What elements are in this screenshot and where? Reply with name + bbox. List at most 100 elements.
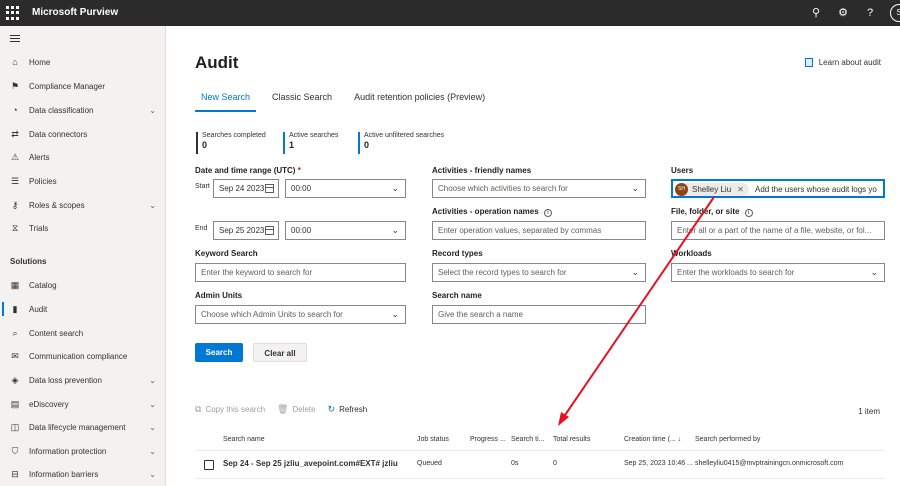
sidebar-item-catalog[interactable]: ▦ Catalog (0, 275, 166, 295)
info-icon[interactable]: i (744, 209, 753, 217)
close-icon[interactable]: ✕ (737, 181, 744, 196)
column-header-job-status[interactable]: Job status (417, 436, 449, 443)
app-title[interactable]: Microsoft Purview (32, 7, 118, 18)
activities-operation-input[interactable]: Enter operation values, separated by com… (432, 221, 646, 240)
search-name-input[interactable]: Give the search a name (432, 305, 646, 324)
column-header-total-results[interactable]: Total results (553, 436, 590, 443)
end-date-input[interactable]: Sep 25 2023 (213, 221, 279, 240)
sidebar-item-data-loss-prevention[interactable]: ◈ Data loss prevention ⌄ (0, 370, 166, 390)
sidebar-item-content-search[interactable]: ⌕ Content search (0, 323, 166, 343)
chevron-down-icon[interactable]: ⌄ (149, 447, 156, 456)
workloads-select[interactable]: Enter the workloads to search for ⌄ (671, 263, 885, 282)
tab-new-search[interactable]: New Search (195, 90, 257, 112)
tab-bar: New Search Classic Search Audit retentio… (195, 90, 507, 112)
key-icon: ⚷ (11, 199, 19, 210)
column-header-performed-by[interactable]: Search performed by (695, 436, 760, 443)
refresh-icon: ↻ (327, 404, 336, 414)
help-icon[interactable]: ? (862, 5, 878, 21)
stat-value: 0 (364, 140, 370, 150)
tab-audit-retention-policies[interactable]: Audit retention policies (Preview) (348, 90, 491, 108)
activities-operation-label: Activities - operation names i (432, 207, 552, 217)
start-time-value: 00:00 (291, 184, 312, 193)
keyword-search-input[interactable]: Enter the keyword to search for (195, 263, 406, 282)
solutions-heading: Solutions (10, 257, 47, 266)
stat-active-unfiltered-searches: Active unfiltered searches 0 (358, 132, 444, 154)
row-search-name[interactable]: Sep 24 - Sep 25 jzliu_avepoint.com#EXT# … (223, 459, 398, 468)
chevron-down-icon[interactable]: ⌄ (149, 400, 156, 409)
lifecycle-icon: ◫ (10, 421, 20, 432)
sidebar-item-communication-compliance[interactable]: ✉ Communication compliance (0, 346, 166, 366)
delete-label: Delete (292, 405, 316, 414)
stat-active-searches: Active searches 1 (283, 132, 338, 154)
record-types-label: Record types (432, 249, 483, 258)
gear-icon[interactable]: ⚙ (835, 5, 851, 21)
row-performed-by: shelleyliu0415@mvptrainingcn.onmicrosoft… (695, 460, 844, 467)
sidebar-item-information-protection[interactable]: ⛉ Information protection ⌄ (0, 441, 166, 461)
sidebar-item-trials[interactable]: ⧖ Trials (0, 218, 166, 238)
user-chip-name: Shelley Liu (692, 185, 732, 194)
stat-value: 0 (202, 140, 208, 150)
chevron-down-icon[interactable]: ⌄ (149, 423, 156, 432)
user-chip[interactable]: SH Shelley Liu ✕ (675, 183, 749, 196)
activities-friendly-label: Activities - friendly names (432, 166, 532, 175)
sidebar-item-information-barriers[interactable]: ⊟ Information barriers ⌄ (0, 464, 166, 484)
refresh-button[interactable]: ↻ Refresh (328, 404, 368, 415)
hamburger-menu-icon[interactable] (10, 35, 20, 44)
app-launcher-icon[interactable] (6, 6, 20, 20)
trash-icon: 🗑 (277, 404, 289, 414)
alert-icon: ⚠ (10, 151, 20, 162)
admin-units-select[interactable]: Choose which Admin Units to search for ⌄ (195, 305, 406, 324)
date-range-label-text: Date and time range (UTC) (195, 166, 296, 175)
barrier-icon: ⊟ (11, 468, 19, 479)
end-time-select[interactable]: 00:00 ⌄ (285, 221, 406, 240)
copy-search-button[interactable]: ⧉ Copy this search (195, 404, 265, 415)
start-date-input[interactable]: Sep 24 2023 (213, 179, 279, 198)
activities-friendly-select[interactable]: Choose which activities to search for ⌄ (432, 179, 646, 198)
page-title: Audit (195, 53, 239, 72)
column-header-creation-time[interactable]: Creation time (... ↓ (624, 436, 681, 443)
users-picker[interactable]: SH Shelley Liu ✕ Add the users whose aud… (671, 179, 885, 198)
clear-all-button[interactable]: Clear all (253, 343, 307, 362)
end-label: End (195, 225, 208, 232)
sidebar-item-policies[interactable]: ☰ Policies (0, 171, 166, 191)
search-icon: ⌕ (12, 327, 18, 338)
share-icon[interactable]: ⚲ (808, 5, 824, 21)
sidebar-item-compliance-manager[interactable]: ⚑ Compliance Manager (0, 76, 166, 96)
sidebar-item-data-lifecycle-management[interactable]: ◫ Data lifecycle management ⌄ (0, 417, 166, 437)
column-header-search-name[interactable]: Search name (223, 436, 265, 443)
chevron-down-icon[interactable]: ⌄ (149, 376, 156, 385)
sidebar-item-ediscovery[interactable]: ▤ eDiscovery ⌄ (0, 394, 166, 414)
learn-about-audit-link[interactable]: Learn about audit (804, 58, 881, 67)
column-header-progress[interactable]: Progress ... (470, 436, 506, 443)
delete-button[interactable]: 🗑 Delete (277, 404, 316, 415)
info-icon[interactable]: i (543, 209, 552, 217)
sidebar-item-data-connectors[interactable]: ⇄ Data connectors (0, 124, 166, 144)
date-range-label: Date and time range (UTC) * (195, 166, 301, 175)
required-mark: * (297, 166, 301, 175)
sidebar-item-home[interactable]: ⌂ Home (0, 52, 166, 72)
tab-classic-search[interactable]: Classic Search (266, 90, 338, 108)
shield-icon: ⛉ (11, 445, 19, 456)
sidebar-item-alerts[interactable]: ⚠ Alerts (0, 147, 166, 167)
table-row-divider (195, 478, 885, 479)
start-time-select[interactable]: 00:00 ⌄ (285, 179, 406, 198)
sidebar-item-roles-scopes[interactable]: ⚷ Roles & scopes ⌄ (0, 195, 166, 215)
row-checkbox[interactable] (204, 460, 214, 470)
start-date-value: Sep 24 2023 (219, 184, 265, 193)
search-button[interactable]: Search (195, 343, 243, 362)
calendar-icon[interactable] (265, 184, 274, 193)
user-avatar[interactable]: S (890, 4, 900, 22)
record-types-select[interactable]: Select the record types to search for ⌄ (432, 263, 646, 282)
workloads-placeholder: Enter the workloads to search for (677, 268, 795, 277)
chevron-down-icon[interactable]: ⌄ (149, 470, 156, 479)
file-folder-site-input[interactable]: Enter all or a part of the name of a fil… (671, 221, 885, 240)
chevron-down-icon: ⌄ (631, 183, 639, 193)
chevron-down-icon[interactable]: ⌄ (149, 106, 156, 115)
sidebar-item-audit[interactable]: ▮ Audit (0, 299, 166, 319)
calendar-icon[interactable] (265, 226, 274, 235)
chevron-down-icon[interactable]: ⌄ (149, 201, 156, 210)
top-bar: Microsoft Purview ⚲ ⚙ ? S (0, 0, 900, 26)
trials-icon: ⧖ (11, 222, 19, 233)
sidebar-item-data-classification[interactable]: ◔ Data classification ⌄ (0, 100, 166, 120)
column-header-search-time[interactable]: Search ti... (511, 436, 544, 443)
